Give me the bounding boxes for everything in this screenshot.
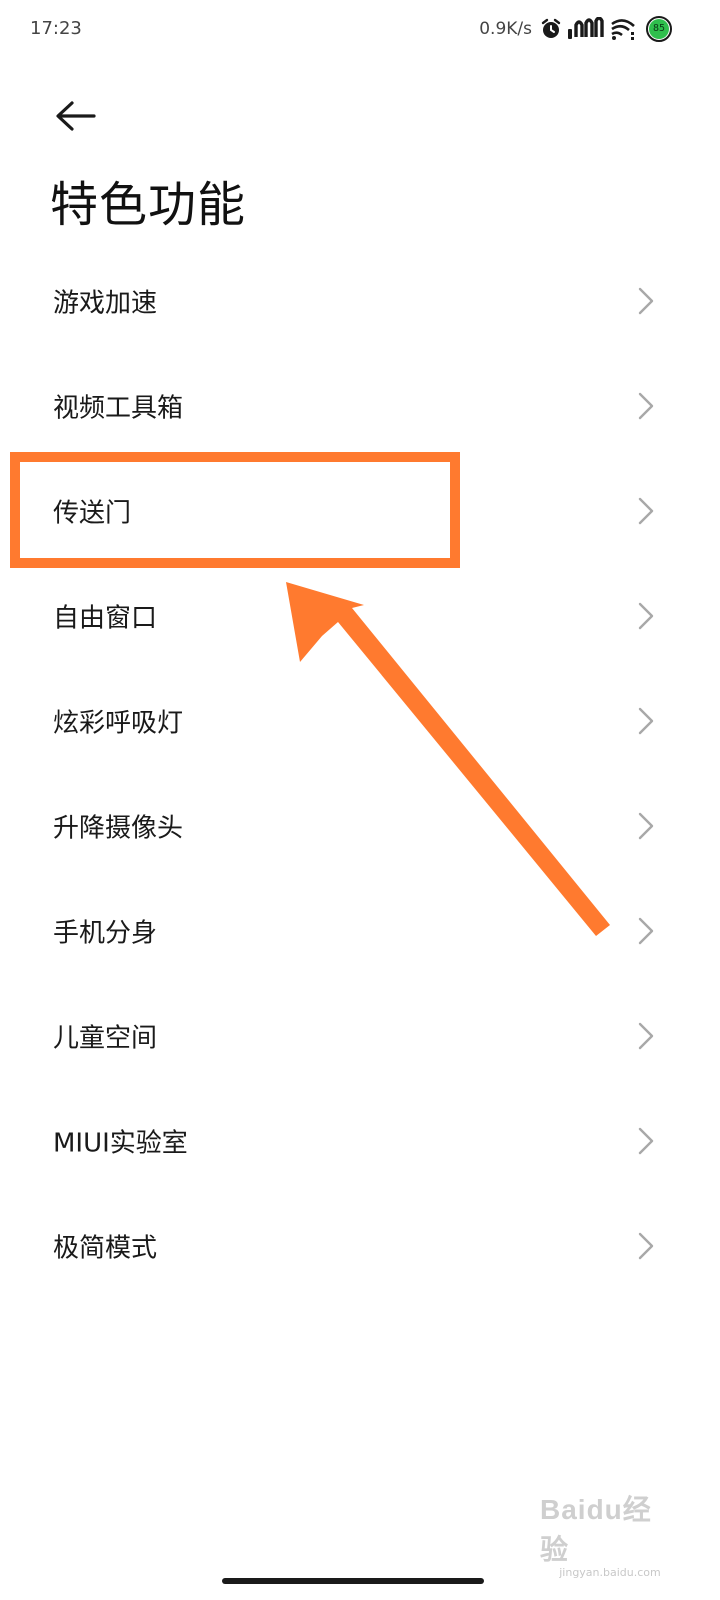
chevron-right-icon <box>638 287 654 314</box>
list-item-popup-camera[interactable]: 升降摄像头 <box>0 773 720 878</box>
watermark: Baidu经验 jingyan.baidu.com <box>540 1488 680 1579</box>
chevron-right-icon <box>638 707 654 734</box>
home-indicator[interactable] <box>222 1578 484 1584</box>
arrow-left-icon <box>56 101 96 131</box>
list-item-game-acceleration[interactable]: 游戏加速 <box>0 248 720 353</box>
page-title: 特色功能 <box>50 177 247 233</box>
chevron-right-icon <box>638 917 654 944</box>
list-item-breathing-light[interactable]: 炫彩呼吸灯 <box>0 668 720 773</box>
list-item-simple-mode[interactable]: 极简模式 <box>0 1193 720 1298</box>
list-item-label: 极简模式 <box>53 1233 158 1263</box>
list-item-portal[interactable]: 传送门 <box>0 458 720 563</box>
settings-list: 游戏加速 视频工具箱 传送门 自由窗口 炫彩呼吸灯 升降摄像头 手机分身 儿童空… <box>0 248 720 1298</box>
chevron-right-icon <box>638 1022 654 1049</box>
watermark-logo: Baidu经验 <box>540 1494 652 1565</box>
chevron-right-icon <box>638 497 654 524</box>
list-item-miui-lab[interactable]: MIUI实验室 <box>0 1088 720 1193</box>
watermark-url: jingyan.baidu.com <box>559 1566 661 1579</box>
list-item-label: 游戏加速 <box>53 288 158 318</box>
list-item-second-space[interactable]: 手机分身 <box>0 878 720 983</box>
list-item-label: 手机分身 <box>53 918 158 948</box>
battery-icon: 85 <box>646 16 672 42</box>
list-item-label: MIUI实验室 <box>53 1128 188 1158</box>
chevron-right-icon <box>638 1232 654 1259</box>
back-button[interactable] <box>52 96 100 136</box>
status-bar: 17:23 0.9K/s 85 <box>0 0 720 60</box>
battery-level: 85 <box>649 19 669 39</box>
cellular-signal-icon <box>568 17 604 39</box>
chevron-right-icon <box>638 1127 654 1154</box>
list-item-label: 儿童空间 <box>53 1023 158 1053</box>
status-time: 17:23 <box>30 18 82 39</box>
list-item-floating-window[interactable]: 自由窗口 <box>0 563 720 668</box>
list-item-kid-space[interactable]: 儿童空间 <box>0 983 720 1088</box>
list-item-label: 炫彩呼吸灯 <box>53 708 184 738</box>
alarm-icon <box>541 18 561 38</box>
list-item-label: 升降摄像头 <box>53 813 184 843</box>
list-item-label: 视频工具箱 <box>53 393 184 423</box>
status-icons: 0.9K/s 85 <box>479 14 672 44</box>
list-item-video-toolbox[interactable]: 视频工具箱 <box>0 353 720 458</box>
list-item-label: 自由窗口 <box>53 603 158 633</box>
chevron-right-icon <box>638 392 654 419</box>
network-speed: 0.9K/s <box>479 19 532 39</box>
chevron-right-icon <box>638 812 654 839</box>
wifi-icon <box>611 19 635 40</box>
chevron-right-icon <box>638 602 654 629</box>
list-item-label: 传送门 <box>53 498 132 528</box>
